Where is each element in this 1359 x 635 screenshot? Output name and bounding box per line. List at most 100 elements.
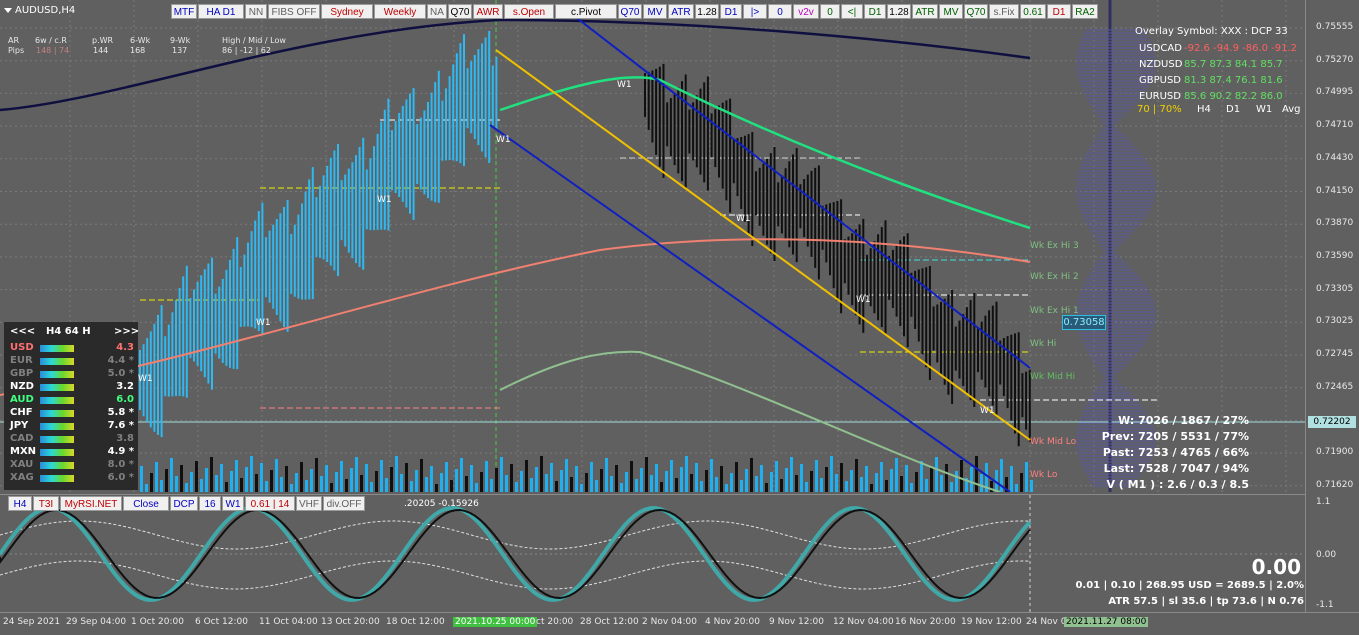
price-tick-7: 0.73590 [1316, 250, 1354, 261]
volume-bar [855, 459, 858, 492]
toolbar-button-8[interactable]: AWR [473, 4, 503, 19]
main-price-chart[interactable]: AUDUSD,H4 MTF HA D1 NN FIBS OFF Sydney Weekly… [0, 0, 1305, 492]
toolbar-button-18[interactable]: v2v [793, 4, 819, 19]
overlay-col-h4: H4 [1197, 104, 1211, 115]
toolbar-button-7[interactable]: Q70 [448, 4, 472, 19]
volume-bar [870, 484, 873, 492]
toolbar-button-16[interactable]: |> [743, 4, 767, 19]
price-tick-3: 0.74710 [1316, 120, 1354, 131]
volume-bar [480, 472, 483, 492]
toolbar-button-19[interactable]: 0 [820, 4, 840, 19]
toolbar-button-14[interactable]: 1.28 [695, 4, 719, 19]
volume-bar [255, 474, 258, 492]
toolbar-button-27[interactable]: 0.61 [1020, 4, 1046, 19]
symbol-dropdown-icon[interactable] [4, 7, 12, 13]
volume-bar [240, 478, 243, 492]
oscillator-button-8[interactable]: VHF [296, 496, 322, 511]
toolbar-button-29[interactable]: RA2 [1072, 4, 1098, 19]
toolbar-button-6[interactable]: NA [427, 4, 447, 19]
w1-label-5: W1 [736, 214, 751, 224]
volume-bar [215, 475, 218, 492]
time-tick-6: 18 Oct 12:00 [386, 617, 445, 627]
volume-bar [1015, 484, 1018, 492]
volume-histogram [140, 456, 1033, 492]
volume-bar [460, 458, 463, 492]
toolbar-button-5[interactable]: Weekly [374, 4, 426, 19]
toolbar-button-12[interactable]: MV [643, 4, 667, 19]
currency-value: 8.0 * [107, 459, 134, 470]
time-tick-2: 1 Oct 20:00 [131, 617, 184, 627]
toolbar-button-11[interactable]: Q70 [618, 4, 642, 19]
toolbar-button-9[interactable]: s.Open [504, 4, 554, 19]
currency-row-4: AUD 6.0 [4, 394, 138, 407]
oscillator-button-5[interactable]: 16 [199, 496, 221, 511]
toolbar-button-21[interactable]: D1 [864, 4, 886, 19]
volume-bar [625, 472, 628, 492]
toolbar-button-1[interactable]: HA D1 [198, 4, 244, 19]
volume-bar [170, 458, 173, 492]
currency-next-button[interactable]: >>> [114, 326, 139, 337]
toolbar-button-24[interactable]: MV [939, 4, 963, 19]
volume-bar [875, 473, 878, 492]
toolbar-button-17[interactable]: 0 [768, 4, 792, 19]
volume-bar [865, 466, 868, 492]
oscillator-button-1[interactable]: T3I [33, 496, 59, 511]
toolbar-button-4[interactable]: Sydney [321, 4, 373, 19]
volume-bar [665, 471, 668, 492]
stats-6wk-value: 168 [130, 46, 146, 55]
volume-bar [190, 472, 193, 492]
currency-name: MXN [10, 446, 37, 457]
volume-bar [725, 484, 728, 492]
volume-bar [785, 468, 788, 492]
volume-bar [580, 484, 583, 492]
volume-bar [305, 480, 308, 492]
toolbar-button-25[interactable]: Q70 [964, 4, 988, 19]
volume-bar [210, 457, 213, 492]
volume-bar [185, 483, 188, 492]
oscillator-button-7[interactable]: 0.61 | 14 [245, 496, 295, 511]
volume-bar [815, 460, 818, 492]
currency-value: 4.9 * [107, 446, 134, 457]
currency-value: 3.8 [116, 433, 134, 444]
strength-bar [40, 423, 74, 430]
oscillator-button-3[interactable]: Close [123, 496, 169, 511]
toolbar-button-3[interactable]: FIBS OFF [268, 4, 320, 19]
stats-9wk-label: 9-Wk [170, 36, 191, 45]
toolbar-button-2[interactable]: NN [245, 4, 267, 19]
oscillator-button-2[interactable]: MyRSI.NET [60, 496, 122, 511]
stats-6w-value: 148 | 74 [36, 46, 70, 55]
toolbar-button-26[interactable]: s.Fix [989, 4, 1019, 19]
toolbar-button-10[interactable]: c.Pivot [555, 4, 617, 19]
toolbar-button-13[interactable]: ATR [668, 4, 694, 19]
oscillator-button-6[interactable]: W1 [222, 496, 244, 511]
volume-bar [930, 468, 933, 492]
volume-bar [395, 456, 398, 492]
toolbar-button-28[interactable]: D1 [1047, 4, 1071, 19]
price-axis[interactable]: 0.75555 0.75270 0.74995 0.74710 0.74430 0.741… [1305, 0, 1359, 612]
toolbar-button-23[interactable]: ATR [912, 4, 938, 19]
volume-bar [685, 456, 688, 492]
oscillator-button-0[interactable]: H4 [8, 496, 32, 511]
toolbar-button-20[interactable]: <| [841, 4, 863, 19]
time-tick-9: 28 Oct 12:00 [580, 617, 639, 627]
currency-value: 6.0 [116, 394, 134, 405]
time-tick-12: 9 Nov 12:00 [769, 617, 824, 627]
oscillator-button-9[interactable]: div.OFF [323, 496, 365, 511]
volume-bar [1020, 473, 1023, 492]
oscillator-button-4[interactable]: DCP [170, 496, 198, 511]
volume-bar [885, 480, 888, 492]
time-tick-5: 13 Oct 20:00 [321, 617, 380, 627]
price-tick-8: 0.73305 [1316, 283, 1354, 294]
currency-prev-button[interactable]: <<< [10, 326, 35, 337]
time-axis[interactable]: 24 Sep 2021 29 Sep 04:00 1 Oct 20:00 6 Oct … [0, 612, 1359, 635]
toolbar-button-15[interactable]: D1 [720, 4, 742, 19]
toolbar-button-22[interactable]: 1.28 [887, 4, 911, 19]
toolbar-button-0[interactable]: MTF [171, 4, 197, 19]
price-tick-11: 0.72465 [1316, 381, 1354, 392]
overlay-col-d1: D1 [1226, 104, 1241, 115]
volume-bar [975, 456, 978, 492]
volume-bar [365, 464, 368, 492]
overlay-footer-pct: 70 | 70% [1137, 104, 1182, 115]
volume-bar [150, 473, 153, 492]
volume-bar [410, 481, 413, 492]
